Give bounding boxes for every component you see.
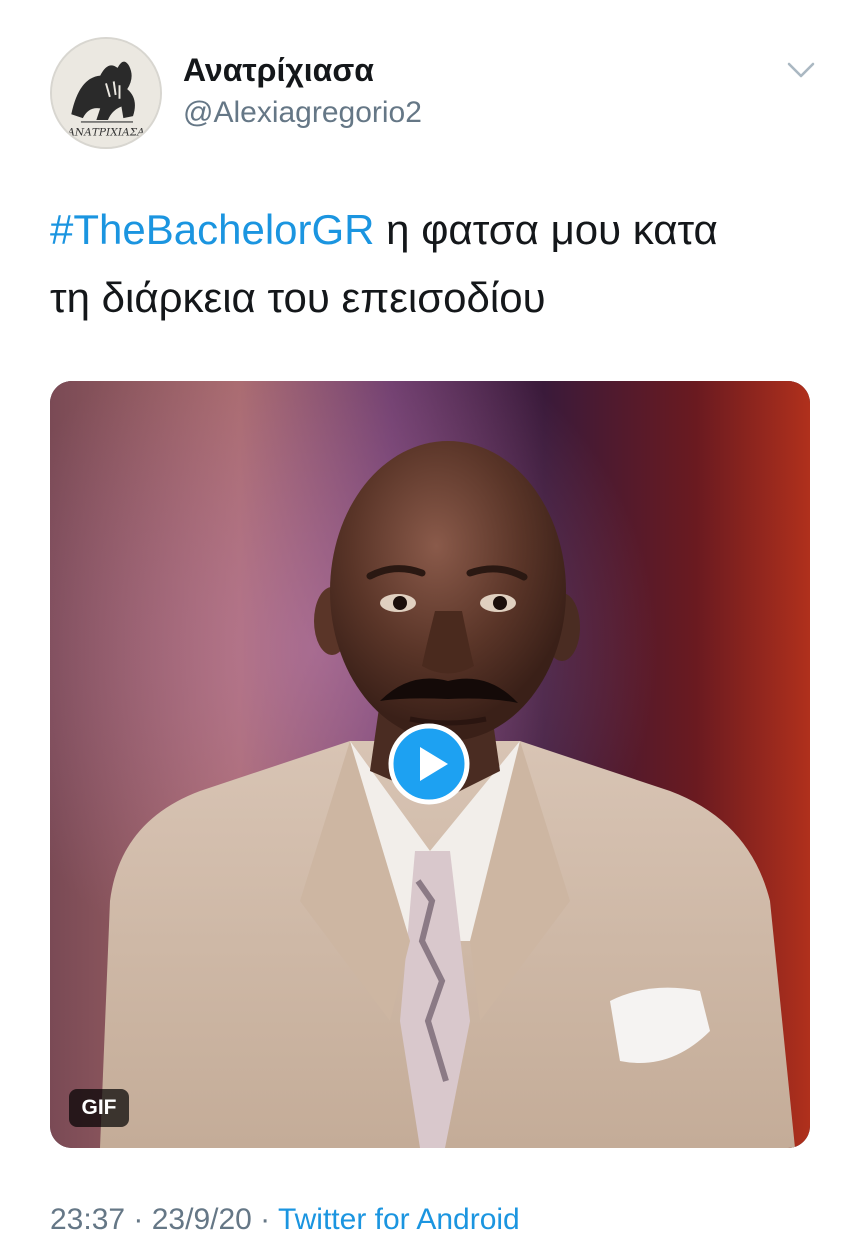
more-options-chevron-down-icon[interactable]	[784, 56, 818, 84]
gif-media[interactable]: GIF	[50, 381, 810, 1148]
hashtag-link[interactable]: #TheBachelorGR	[50, 206, 375, 253]
user-avatar[interactable]: ΑΝΑΤΡΙΧΙΑΣΑ	[50, 37, 162, 149]
tweet-text-line2: τη διάρκεια του επεισοδίου	[50, 274, 546, 321]
meta-separator: ·	[125, 1203, 152, 1236]
display-name[interactable]: Ανατρίχιασα	[183, 52, 374, 89]
tweet-time[interactable]: 23:37	[50, 1203, 125, 1236]
meta-separator: ·	[251, 1203, 278, 1236]
client-link[interactable]: Twitter for Android	[278, 1203, 520, 1236]
play-button[interactable]	[388, 723, 470, 805]
avatar-caption: ΑΝΑΤΡΙΧΙΑΣΑ	[66, 126, 145, 138]
gif-badge: GIF	[69, 1089, 129, 1127]
user-handle[interactable]: @Alexiagregorio2	[183, 96, 422, 130]
tweet-metadata: 23:37 · 23/9/20 · Twitter for Android	[50, 1203, 520, 1237]
play-icon	[388, 723, 470, 805]
black-cat-icon: ΑΝΑΤΡΙΧΙΑΣΑ	[52, 39, 160, 147]
tweet-text: #TheBachelorGR η φατσα μου κατα τη διάρκ…	[50, 196, 820, 332]
tweet-date[interactable]: 23/9/20	[152, 1203, 252, 1236]
tweet-text-line1: η φατσα μου κατα	[374, 206, 718, 253]
